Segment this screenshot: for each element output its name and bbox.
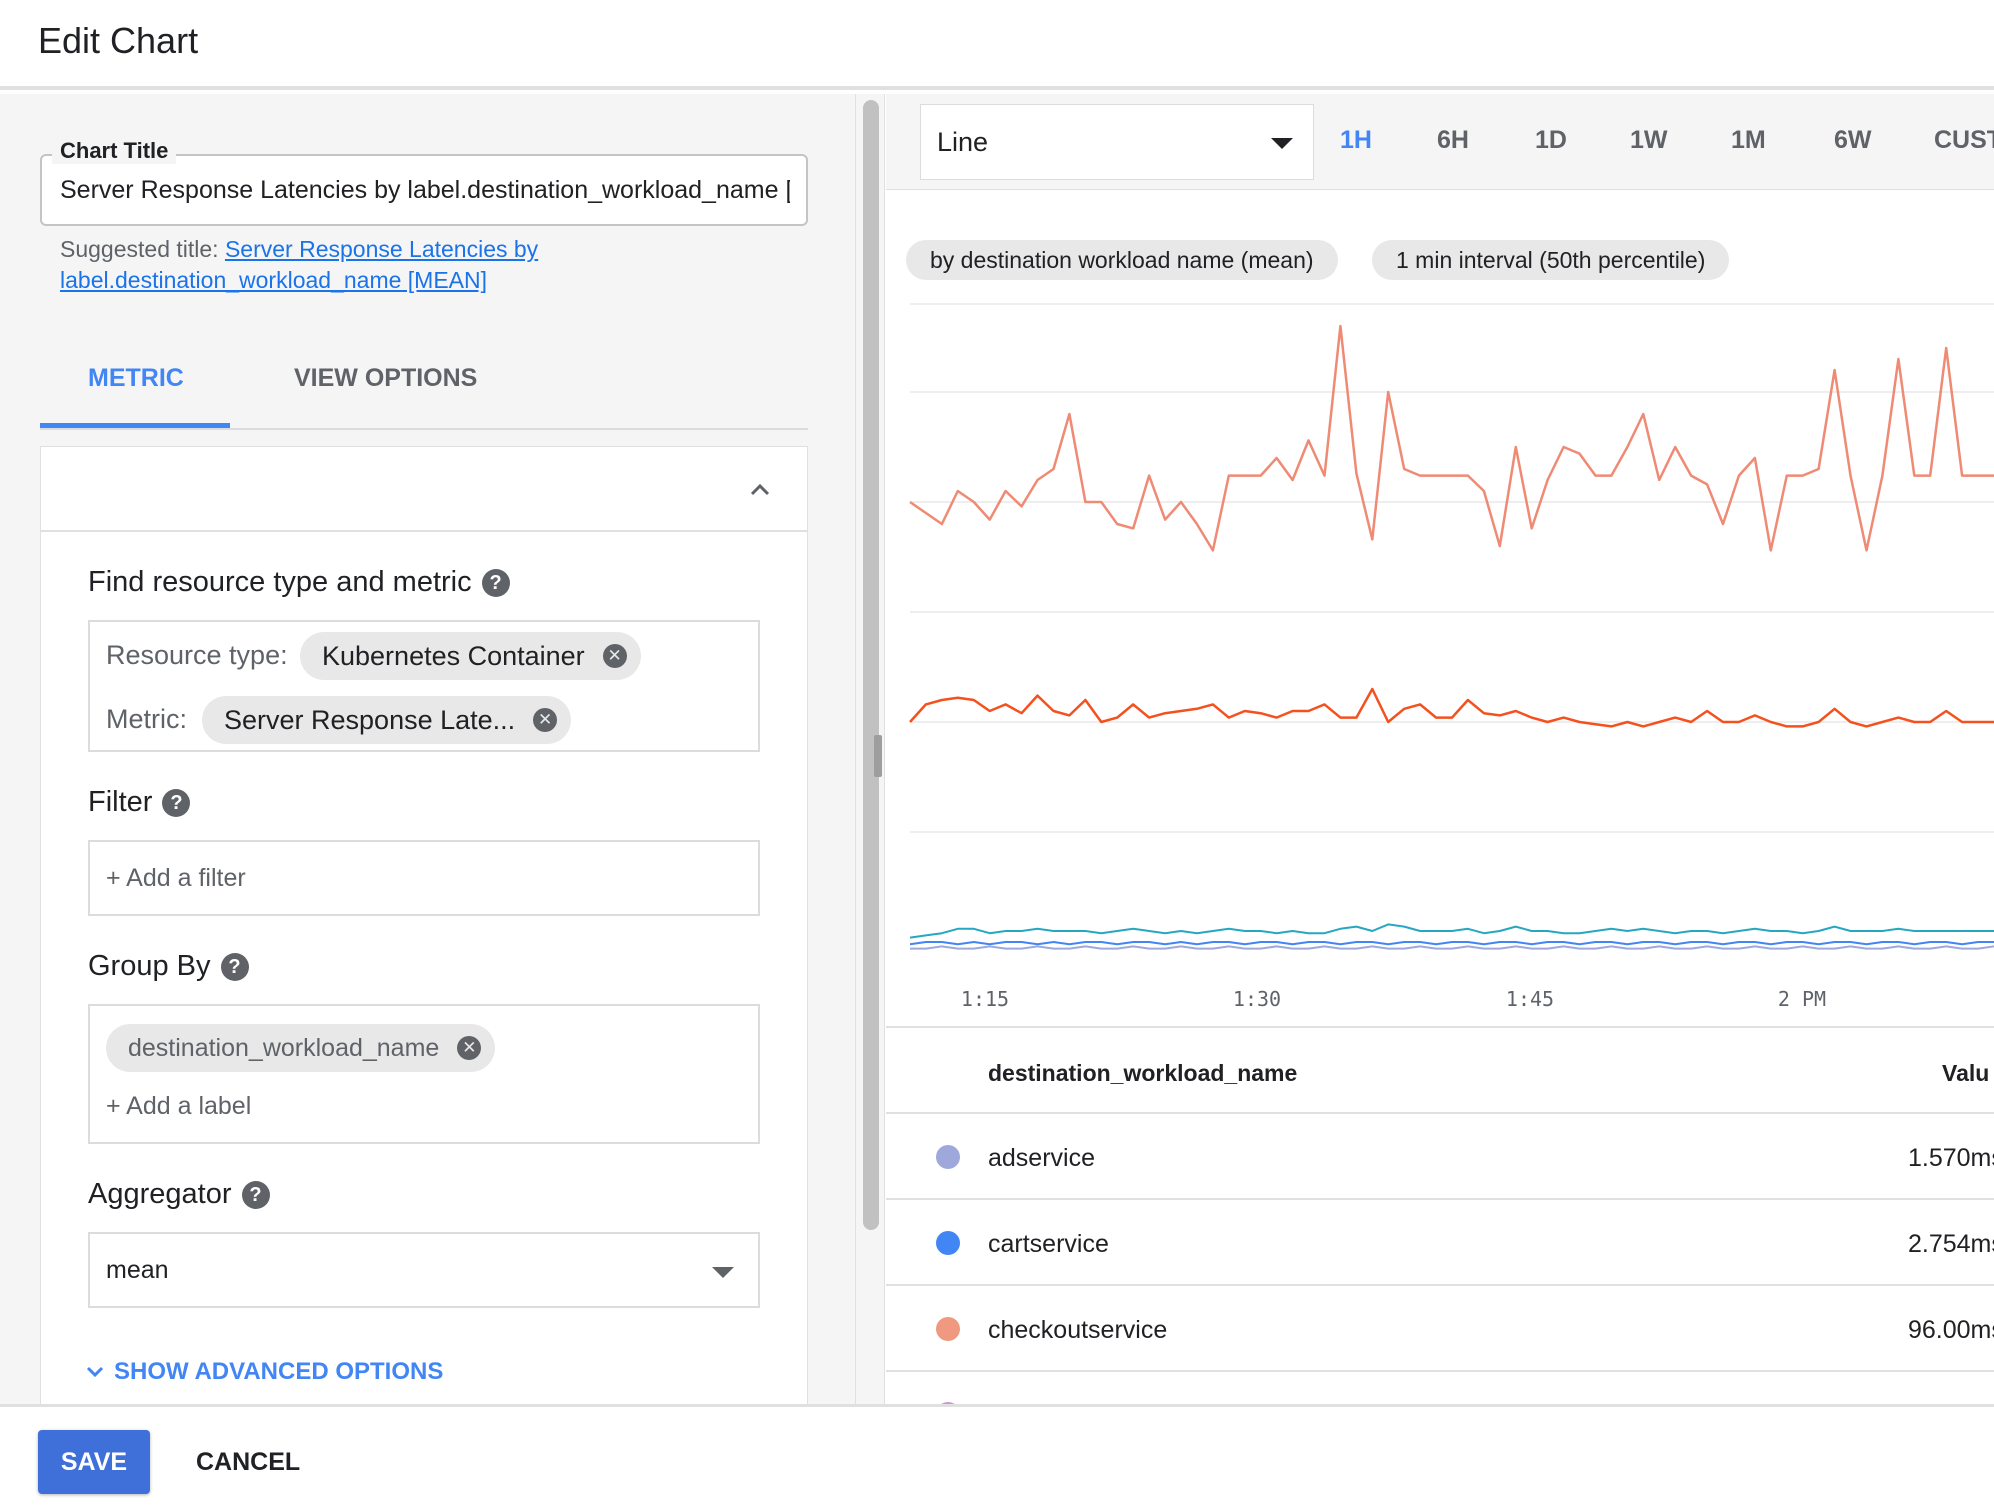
series-color-dot: [936, 1317, 960, 1341]
metric-label: Metric:: [106, 704, 187, 734]
suggested-title-link-line1: Server Response Latencies by: [224, 236, 539, 262]
aggregator-label-text: Aggregator: [88, 1178, 232, 1210]
tab-metric[interactable]: METRIC: [88, 364, 184, 393]
chart-title-field[interactable]: [40, 154, 808, 226]
chevron-up-icon[interactable]: [740, 470, 780, 510]
resource-type-label: Resource type:: [106, 640, 288, 670]
close-icon[interactable]: ✕: [457, 1036, 482, 1060]
help-icon[interactable]: ?: [220, 953, 249, 981]
group-by-box[interactable]: destination_workload_name ✕ + Add a labe…: [88, 1004, 760, 1144]
filter-label-text: Filter: [88, 786, 153, 818]
legend-row-name: adservice: [988, 1144, 1095, 1172]
resource-type-chip[interactable]: Kubernetes Container ✕: [300, 632, 641, 680]
resource-metric-box[interactable]: Resource type: Kubernetes Container ✕ Me…: [88, 620, 760, 752]
group-by-chip[interactable]: destination_workload_name ✕: [106, 1024, 496, 1072]
legend-name-header[interactable]: destination_workload_name: [988, 1060, 1297, 1087]
group-by-label: Group By?: [88, 950, 249, 983]
legend-row-value: 96.00ms: [1908, 1316, 1994, 1344]
x-axis-ticks: 1:15 1:30 1:45 2 PM: [961, 987, 1826, 1011]
series-color-dot: [936, 1231, 960, 1255]
scrollbar-thumb[interactable]: [863, 100, 879, 1230]
aggregator-select[interactable]: mean: [88, 1232, 760, 1308]
divider: [40, 530, 808, 532]
legend-table: destination_workload_name Valu adservice…: [886, 1026, 1994, 1426]
pane-resize-handle[interactable]: [874, 735, 882, 777]
time-range-1h[interactable]: 1H: [1340, 126, 1372, 155]
time-range-custom[interactable]: CUST: [1934, 126, 1994, 155]
filter-field[interactable]: + Add a filter: [88, 840, 760, 916]
add-label-text[interactable]: + Add a label: [106, 1092, 251, 1121]
find-resource-label-text: Find resource type and metric: [88, 566, 472, 598]
series-line: [909, 687, 1994, 728]
chart-title-label: Chart Title: [52, 138, 177, 164]
series-color-dot: [936, 1145, 960, 1169]
series-line: [909, 941, 1994, 946]
series-line: [910, 945, 1994, 950]
time-range-6h[interactable]: 6H: [1437, 126, 1469, 155]
legend-row[interactable]: checkoutservice 96.00ms: [886, 1286, 1994, 1372]
dropdown-arrow-icon: [1271, 138, 1293, 149]
group-by-chip-value: destination_workload_name: [128, 1034, 440, 1062]
legend-row[interactable]: cartservice 2.754ms: [886, 1200, 1994, 1286]
aggregator-value: mean: [106, 1256, 169, 1284]
chart-type-select[interactable]: Line: [920, 104, 1314, 180]
save-button[interactable]: SAVE: [38, 1430, 150, 1494]
time-range-1m[interactable]: 1M: [1731, 126, 1766, 155]
tab-view-options[interactable]: VIEW OPTIONS: [294, 364, 477, 393]
chart-type-value: Line: [937, 127, 989, 157]
editor-tabs: METRIC VIEW OPTIONS: [40, 340, 808, 430]
active-tab-indicator: [40, 423, 230, 428]
legend-row-name: checkoutservice: [988, 1316, 1168, 1344]
group-by-label-text: Group By: [88, 950, 211, 982]
resource-type-value: Kubernetes Container: [322, 641, 585, 671]
dialog-header: Edit Chart: [0, 0, 1994, 90]
time-range-6w[interactable]: 6W: [1834, 126, 1872, 155]
show-advanced-options-button[interactable]: SHOW ADVANCED OPTIONS: [84, 1358, 443, 1386]
metric-value: Server Response Late...: [224, 705, 516, 735]
legend-row[interactable]: adservice 1.570ms: [886, 1114, 1994, 1200]
legend-row-value: 1.570ms: [1908, 1144, 1994, 1172]
time-range-1w[interactable]: 1W: [1630, 126, 1668, 155]
time-range-1d[interactable]: 1D: [1535, 126, 1567, 155]
aggregator-label: Aggregator?: [88, 1178, 270, 1211]
help-icon[interactable]: ?: [241, 1181, 270, 1209]
show-advanced-text: SHOW ADVANCED OPTIONS: [114, 1358, 444, 1385]
legend-value-header[interactable]: Valu: [1942, 1060, 1989, 1087]
add-filter-text[interactable]: + Add a filter: [106, 864, 246, 893]
series-line: [909, 324, 1994, 552]
suggested-title-prefix: Suggested title:: [60, 236, 219, 262]
x-tick-label: 1:45: [1506, 987, 1554, 1011]
filter-label: Filter?: [88, 786, 191, 819]
help-icon[interactable]: ?: [481, 569, 510, 597]
metric-chip[interactable]: Server Response Late... ✕: [202, 696, 572, 744]
interval-pill: 1 min interval (50th percentile): [1372, 240, 1730, 280]
page-title: Edit Chart: [38, 20, 199, 61]
chevron-down-icon: [86, 1366, 104, 1378]
x-tick-label: 2 PM: [1778, 987, 1826, 1011]
series-line: [909, 923, 1994, 939]
cancel-button[interactable]: CANCEL: [196, 1448, 300, 1477]
chart-series: [909, 324, 1994, 950]
suggested-title: Suggested title: Server Response Latenci…: [60, 234, 780, 296]
find-resource-label: Find resource type and metric?: [88, 566, 510, 599]
help-icon[interactable]: ?: [162, 789, 191, 817]
x-tick-label: 1:30: [1233, 987, 1281, 1011]
close-icon[interactable]: ✕: [602, 644, 627, 668]
legend-header: destination_workload_name Valu: [886, 1028, 1994, 1114]
grouping-pill: by destination workload name (mean): [906, 240, 1338, 280]
suggested-title-link-line2: label.destination_workload_name [MEAN]: [60, 267, 488, 293]
x-tick-label: 1:15: [961, 987, 1009, 1011]
legend-row-name: cartservice: [988, 1230, 1109, 1258]
chart-title-input[interactable]: [60, 170, 790, 210]
dropdown-arrow-icon: [712, 1267, 734, 1278]
legend-row-value: 2.754ms: [1908, 1230, 1994, 1258]
line-chart: 1:15 1:30 1:45 2 PM: [909, 303, 1994, 1011]
close-icon[interactable]: ✕: [533, 708, 558, 732]
